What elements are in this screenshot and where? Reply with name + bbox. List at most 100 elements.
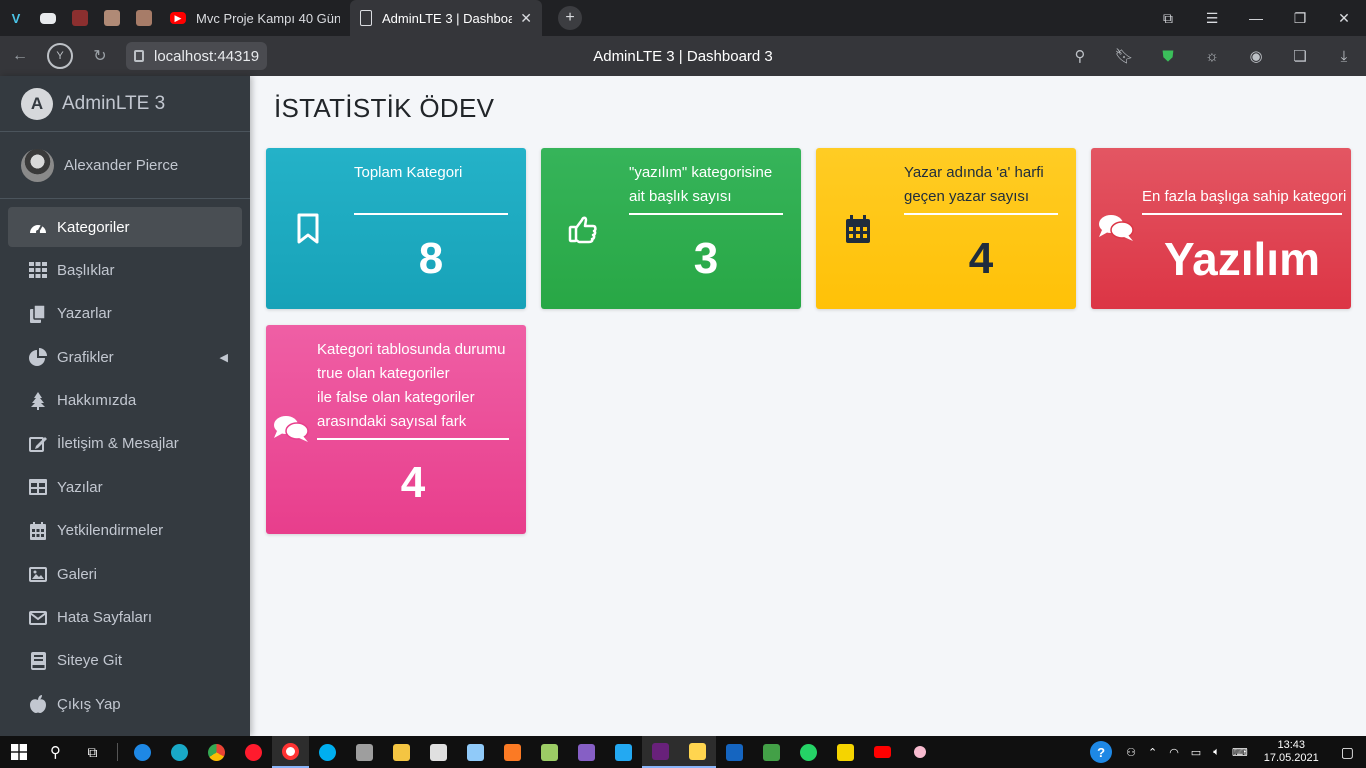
keyboard-icon[interactable]: ⌨ [1226, 746, 1254, 759]
taskbar-app-skype[interactable] [309, 736, 346, 768]
menu-icon[interactable]: ☰ [1190, 0, 1234, 36]
stat-value: Yazılım [1164, 233, 1320, 285]
taskbar-app-chrome[interactable] [198, 736, 235, 768]
back-icon[interactable]: ← [0, 36, 40, 76]
download-icon[interactable]: ⤓ [1322, 36, 1366, 76]
minimize-icon[interactable]: — [1234, 0, 1278, 36]
stat-label: "yazılım" kategorisine ait başlık sayısı [629, 164, 773, 205]
site-icon [72, 10, 88, 26]
clock-time: 13:43 [1277, 739, 1305, 751]
sidebar-item-kategoriler[interactable]: Kategoriler [8, 207, 242, 247]
profile-icon [136, 10, 152, 26]
book-icon [28, 651, 48, 671]
sidebar-item-label: Yazılar [57, 478, 103, 496]
taskbar-app-whatsapp[interactable] [790, 736, 827, 768]
pinned-tab-profile-1[interactable] [96, 0, 128, 36]
tab-title: AdminLTE 3 | Dashboard [382, 10, 513, 26]
task-view-button[interactable]: ⧉ [74, 736, 111, 768]
chevron-up-icon[interactable]: ⌃ [1142, 746, 1163, 759]
taskbar-app-vs[interactable] [568, 736, 605, 768]
extensions-icon[interactable]: ⚲ [1058, 36, 1102, 76]
taskbar-app-yandex[interactable] [272, 736, 309, 768]
sidebar-item-galeri[interactable]: Galeri [8, 554, 242, 594]
protect-shield-icon[interactable]: ⛊ [1146, 36, 1190, 76]
pinned-tab-app[interactable] [32, 0, 64, 36]
people-icon[interactable]: ⚇ [1120, 746, 1142, 759]
xampp-icon [504, 743, 521, 761]
restore-icon[interactable]: ❐ [1278, 0, 1322, 36]
visual-studio-icon [578, 743, 595, 761]
taskbar-app-xampp[interactable] [494, 736, 531, 768]
taskbar-app-node[interactable] [753, 736, 790, 768]
sidebar-item-yetkilendirmeler[interactable]: Yetkilendirmeler [8, 511, 242, 551]
sidebar-menu: Kategoriler Başlıklar Yazarlar Grafikler… [0, 199, 250, 724]
sidebar-item-label: Çıkış Yap [57, 695, 121, 713]
search-button[interactable]: ⚲ [37, 736, 74, 768]
battery-icon[interactable]: ▭ [1185, 746, 1207, 759]
sidebar-item-label: Başlıklar [57, 261, 115, 279]
taskbar-app-explorer[interactable] [383, 736, 420, 768]
lightbulb-icon[interactable]: ☼ [1190, 36, 1234, 76]
sidebar-item-yazilar[interactable]: Yazılar [8, 467, 242, 507]
chevron-left-icon[interactable]: ◀ [220, 351, 228, 364]
new-tab-button[interactable]: + [558, 6, 582, 30]
thumbs-up-icon [567, 213, 599, 245]
taskbar-app-vs-active[interactable] [642, 736, 679, 768]
taskbar-app-3d[interactable] [457, 736, 494, 768]
close-window-icon[interactable]: ✕ [1322, 0, 1366, 36]
yandex-icon: Y [47, 43, 73, 69]
pinned-tab-red[interactable] [64, 0, 96, 36]
taskbar-divider [117, 743, 118, 761]
sidebar-item-cikis-yap[interactable]: Çıkış Yap [8, 684, 242, 724]
taskbar-app-fireworks[interactable] [827, 736, 864, 768]
taskbar-app-edge[interactable] [161, 736, 198, 768]
taskbar-app-sql[interactable] [346, 736, 383, 768]
taskbar-app-photos[interactable] [420, 736, 457, 768]
tab-search-icon[interactable]: ⧉ [1146, 0, 1190, 36]
visual-studio-icon [652, 742, 669, 760]
taskbar-app-vscode[interactable] [605, 736, 642, 768]
taskbar-app-youtube[interactable] [864, 736, 901, 768]
sidebar-item-yazarlar[interactable]: Yazarlar [8, 294, 242, 334]
comments-icon [272, 413, 310, 445]
url-field[interactable]: localhost:44319 [126, 42, 268, 70]
bookmark-icon[interactable]: 🔖︎ [1102, 36, 1146, 76]
taskbar-app-paint[interactable] [679, 736, 716, 768]
bookmark-icon [296, 213, 320, 245]
tab-youtube[interactable]: ▶ Mvc Proje Kampı 40 Günce [160, 0, 350, 36]
sidebar-item-label: Kategoriler [57, 218, 130, 236]
taskbar-app-notepad[interactable] [531, 736, 568, 768]
sidebar-item-label: Hakkımızda [57, 392, 137, 410]
volume-icon[interactable]: 🔈︎ [1207, 746, 1226, 759]
yandex-button[interactable]: Y [40, 36, 80, 76]
wifi-icon[interactable]: ◠ [1163, 746, 1185, 759]
taskbar-app-ie[interactable] [124, 736, 161, 768]
sidebar-item-iletisim[interactable]: İletişim & Mesajlar [8, 424, 242, 464]
notification-icon[interactable]: ▢ [1329, 744, 1366, 761]
stat-label: Kategori tablosunda durumu true olan kat… [317, 341, 506, 430]
sidebar-item-grafikler[interactable]: Grafikler ◀ [8, 337, 242, 377]
user-panel[interactable]: Alexander Pierce [0, 132, 250, 199]
sidebar-item-hata-sayfalari[interactable]: Hata Sayfaları [8, 598, 242, 638]
help-icon[interactable]: ? [1090, 741, 1113, 763]
tab-adminlte[interactable]: AdminLTE 3 | Dashboard ✕ [350, 0, 542, 36]
collections-icon[interactable]: ❏ [1278, 36, 1322, 76]
close-tab-icon[interactable]: ✕ [512, 10, 532, 27]
reload-icon[interactable]: ↻ [80, 36, 120, 76]
clock[interactable]: 13:43 17.05.2021 [1254, 739, 1329, 765]
taskbar-app-opera[interactable] [235, 736, 272, 768]
record-icon[interactable]: ◉ [1234, 36, 1278, 76]
stat-label: Toplam Kategori [354, 164, 463, 181]
taskbar-app-other[interactable] [901, 736, 938, 768]
sidebar: A AdminLTE 3 Alexander Pierce Kategorile… [0, 76, 250, 736]
pinned-tab-profile-2[interactable] [128, 0, 160, 36]
cube-icon [467, 743, 484, 761]
taskbar-app-fx[interactable] [716, 736, 753, 768]
sidebar-item-siteye-git[interactable]: Siteye Git [8, 641, 242, 681]
brand-link[interactable]: A AdminLTE 3 [0, 76, 250, 132]
pinned-tab-vimeo[interactable]: V [0, 0, 32, 36]
start-button[interactable] [0, 736, 37, 768]
folder-icon [393, 743, 410, 761]
sidebar-item-basliklar[interactable]: Başlıklar [8, 250, 242, 290]
sidebar-item-hakkimizda[interactable]: Hakkımızda [8, 381, 242, 421]
